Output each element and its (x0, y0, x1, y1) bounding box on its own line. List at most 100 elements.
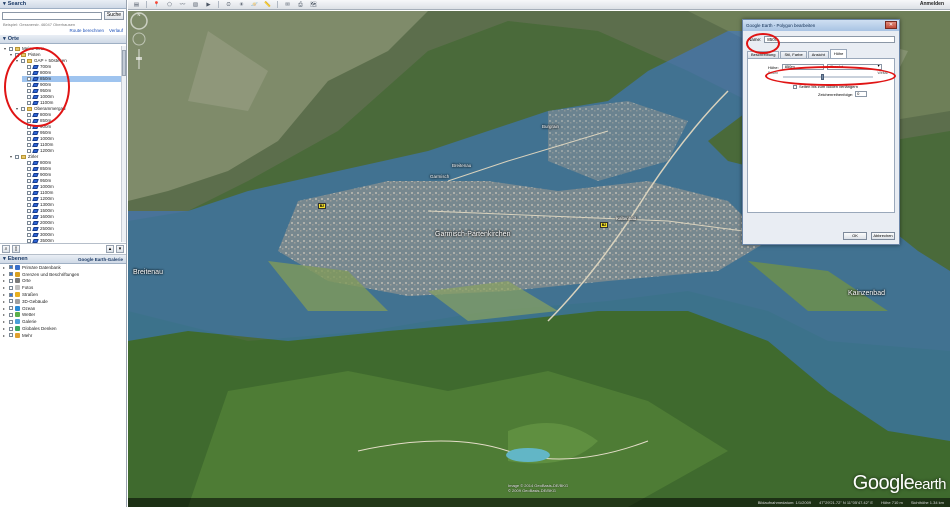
expand-arrow-icon[interactable]: ▾ (16, 58, 20, 64)
visibility-checkbox[interactable] (27, 113, 31, 117)
map-place-label[interactable]: Garmisch (430, 174, 449, 179)
print-icon[interactable]: ⎙ (295, 1, 306, 8)
expand-arrow-icon[interactable]: ▸ (3, 299, 7, 304)
map-place-label[interactable]: Kaltenbad (616, 216, 636, 221)
visibility-checkbox[interactable] (27, 101, 31, 105)
visibility-checkbox[interactable] (27, 83, 31, 87)
tree-item-polygon[interactable]: 3500m (22, 238, 122, 243)
layers-panel-header[interactable]: ▾ Ebenen Google Earth-Galerie (0, 255, 126, 264)
visibility-checkbox[interactable] (27, 65, 31, 69)
layer-checkbox[interactable] (9, 319, 13, 324)
dialog-title-bar[interactable]: Google Earth - Polygon bearbeiten ✕ (743, 20, 899, 31)
layer-checkbox[interactable] (9, 278, 13, 283)
visibility-checkbox[interactable] (27, 131, 31, 135)
layer-checkbox[interactable] (9, 306, 13, 311)
expand-arrow-icon[interactable]: ▸ (3, 272, 7, 277)
move-up-icon[interactable]: ▴ (106, 245, 114, 253)
altitude-slider[interactable] (783, 74, 873, 80)
ruler-icon[interactable]: 📏 (262, 1, 273, 8)
extend-to-ground-checkbox[interactable] (793, 84, 797, 89)
ok-button[interactable]: OK (843, 232, 867, 240)
visibility-checkbox[interactable] (21, 59, 25, 63)
visibility-checkbox[interactable] (27, 179, 31, 183)
move-down-icon[interactable]: ▾ (116, 245, 124, 253)
polygon-icon[interactable]: ⬠ (164, 1, 175, 8)
draw-order-input[interactable]: 0 (855, 91, 868, 97)
expand-arrow-icon[interactable]: ▾ (16, 106, 20, 112)
history-icon[interactable]: ⏲ (223, 1, 234, 8)
layer-checkbox[interactable] (9, 299, 13, 304)
visibility-checkbox[interactable] (27, 191, 31, 195)
search-input[interactable] (2, 11, 102, 20)
layer-checkbox[interactable] (9, 292, 13, 297)
email-icon[interactable]: ✉ (282, 1, 293, 8)
visibility-checkbox[interactable] (27, 77, 31, 81)
collapse-arrow-icon[interactable]: ▾ (3, 1, 6, 7)
altitude-input[interactable]: 850m (781, 64, 824, 70)
layer-item[interactable]: ▸ Mehr (0, 332, 126, 339)
route-link[interactable]: Route berechnen (69, 28, 104, 35)
expand-arrow-icon[interactable]: ▾ (4, 46, 8, 52)
map-place-label[interactable]: Garmisch-Partenkirchen (435, 231, 510, 238)
layer-checkbox[interactable] (9, 272, 13, 277)
expand-arrow-icon[interactable]: ▸ (3, 333, 7, 338)
dialog-tab[interactable]: Stil, Farbe (780, 51, 807, 58)
layer-item[interactable]: ▸ Ozean (0, 305, 126, 312)
visibility-checkbox[interactable] (27, 95, 31, 99)
visibility-checkbox[interactable] (27, 143, 31, 147)
sign-in-button[interactable]: Anmelden (920, 1, 944, 7)
overlay-icon[interactable]: ▧ (190, 1, 201, 8)
expand-arrow-icon[interactable]: ▸ (3, 326, 7, 331)
gallery-button[interactable]: Google Earth-Galerie (78, 255, 126, 263)
name-input[interactable]: 850m (764, 36, 895, 43)
layer-item[interactable]: ▸ Fotos (0, 284, 126, 291)
map-place-label[interactable]: Breitenau (133, 269, 163, 276)
visibility-checkbox[interactable] (27, 71, 31, 75)
collapse-arrow-icon[interactable]: ▾ (3, 36, 6, 42)
map-place-label[interactable]: Breitenau (452, 163, 471, 168)
expand-arrow-icon[interactable]: ▾ (10, 154, 14, 160)
layer-item[interactable]: ▸ Orte (0, 278, 126, 285)
visibility-checkbox[interactable] (27, 119, 31, 123)
visibility-checkbox[interactable] (15, 53, 19, 57)
layer-item[interactable]: ▸ 3D-Gebäude (0, 298, 126, 305)
search-panel-header[interactable]: ▾ Search (0, 0, 126, 9)
layer-item[interactable]: ▸ Straßen (0, 291, 126, 298)
dialog-tab[interactable]: Höhe (829, 49, 848, 58)
history-link[interactable]: Verlauf (109, 28, 123, 35)
expand-arrow-icon[interactable]: ▸ (3, 265, 7, 270)
sun-icon[interactable]: ☀ (236, 1, 247, 8)
expand-arrow-icon[interactable]: ▸ (3, 278, 7, 283)
visibility-checkbox[interactable] (27, 161, 31, 165)
visibility-checkbox[interactable] (27, 149, 31, 153)
planet-icon[interactable]: 🪐 (249, 1, 260, 8)
expand-arrow-icon[interactable]: ▸ (3, 292, 7, 297)
layer-checkbox[interactable] (9, 326, 13, 331)
map-place-label[interactable]: Burgrain (542, 124, 559, 129)
layer-item[interactable]: ▸ Grenzen und Beschriftungen (0, 271, 126, 278)
visibility-checkbox[interactable] (15, 155, 19, 159)
search-button[interactable]: Suche (104, 11, 124, 20)
layer-checkbox[interactable] (9, 333, 13, 338)
visibility-checkbox[interactable] (27, 215, 31, 219)
visibility-checkbox[interactable] (27, 203, 31, 207)
close-icon[interactable]: ✕ (885, 21, 897, 29)
expand-arrow-icon[interactable]: ▸ (3, 319, 7, 324)
visibility-checkbox[interactable] (27, 221, 31, 225)
collapse-arrow-icon[interactable]: ▾ (3, 256, 6, 262)
navigation-controls[interactable]: N (128, 11, 150, 71)
layer-checkbox[interactable] (9, 285, 13, 290)
path-icon[interactable]: 〰 (177, 1, 188, 8)
visibility-checkbox[interactable] (27, 167, 31, 171)
slider-handle[interactable] (821, 74, 824, 80)
map-place-label[interactable]: Kainzenbad (848, 290, 885, 297)
visibility-checkbox[interactable] (21, 107, 25, 111)
places-panel-header[interactable]: ▾ Orte (0, 35, 126, 44)
layer-item[interactable]: ▸ Galerie (0, 318, 126, 325)
maps-icon[interactable]: 🗺 (308, 1, 319, 8)
visibility-checkbox[interactable] (27, 239, 31, 243)
expand-arrow-icon[interactable]: ▸ (3, 312, 7, 317)
visibility-checkbox[interactable] (27, 137, 31, 141)
dialog-tab[interactable]: Ansicht (807, 51, 829, 58)
layer-item[interactable]: ▸ Globales Denken (0, 325, 126, 332)
